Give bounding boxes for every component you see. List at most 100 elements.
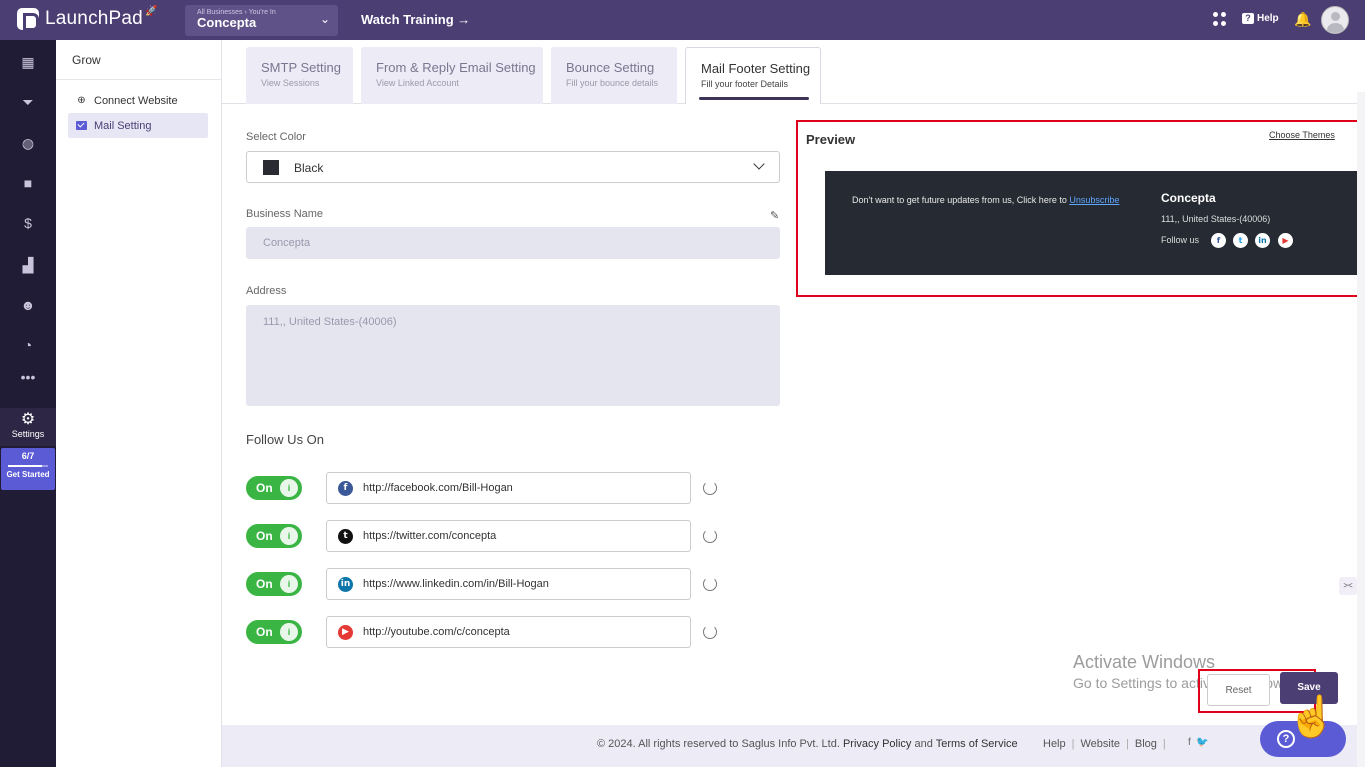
avatar[interactable] — [1321, 6, 1349, 34]
twitter-icon[interactable]: 🐦 — [1196, 737, 1208, 748]
users-icon[interactable]: ☻ — [20, 297, 36, 313]
watch-training-link[interactable]: Watch Training → — [361, 12, 470, 27]
dashboard-icon[interactable]: ▦ — [20, 54, 36, 70]
mail-icon — [76, 121, 87, 130]
and-text: and — [914, 738, 933, 750]
footer-website-link[interactable]: Website — [1080, 738, 1120, 750]
progress-bar — [8, 465, 48, 467]
twitter-toggle[interactable]: On i — [246, 524, 302, 548]
hand-cursor-icon: ☝ — [1287, 695, 1337, 739]
app-name: LaunchPad — [45, 8, 143, 29]
business-selector[interactable]: All Businesses › You're In Concepta ⌄ — [185, 5, 338, 36]
linkedin-icon[interactable]: in — [1255, 233, 1270, 248]
preview-business-name: Concepta — [1161, 191, 1216, 205]
footer-social: f 🐦 — [1188, 737, 1209, 748]
facebook-icon[interactable]: f — [1211, 233, 1226, 248]
collapse-icon[interactable]: >< — [1339, 577, 1357, 595]
refresh-icon[interactable] — [703, 625, 717, 639]
dollar-icon[interactable]: $ — [20, 215, 36, 231]
info-icon: i — [280, 623, 298, 641]
address-field[interactable]: 111,, United States-(40006) — [246, 305, 780, 406]
address-label: Address — [246, 285, 287, 297]
footer-links: Help | Website | Blog | — [1043, 738, 1166, 750]
tab-subtitle: Fill your bounce details — [566, 78, 659, 88]
preview-follow-label: Follow us — [1161, 235, 1200, 245]
facebook-url-input[interactable]: f http://facebook.com/Bill-Hogan — [326, 472, 691, 504]
youtube-url-input[interactable]: ▶ http://youtube.com/c/concepta — [326, 616, 691, 648]
apps-grid-icon[interactable] — [1213, 12, 1227, 26]
select-color-label: Select Color — [246, 131, 306, 143]
unsubscribe-link[interactable]: Unsubscribe — [1069, 195, 1119, 205]
youtube-icon[interactable]: ▶ — [1278, 233, 1293, 248]
business-name-field[interactable]: Concepta — [246, 227, 780, 259]
settings-tabs: SMTP Setting View Sessions From & Reply … — [222, 40, 1357, 104]
link-icon: ⊕ — [77, 95, 86, 106]
funnel-icon[interactable]: ⏷ — [20, 94, 36, 110]
twitter-icon[interactable]: t — [1233, 233, 1248, 248]
notification-bell-icon[interactable]: 🔔 — [1294, 11, 1311, 28]
refresh-icon[interactable] — [703, 529, 717, 543]
refresh-icon[interactable] — [703, 577, 717, 591]
reports-icon[interactable]: ◔ — [20, 337, 36, 353]
tab-title: From & Reply Email Setting — [376, 60, 536, 75]
page-scrollbar[interactable] — [1357, 92, 1365, 767]
linkedin-url-input[interactable]: in https://www.linkedin.com/in/Bill-Hoga… — [326, 568, 691, 600]
progress-count: 6/7 — [21, 451, 35, 461]
twitter-url-input[interactable]: t https://twitter.com/concepta — [326, 520, 691, 552]
video-icon[interactable]: ■ — [20, 175, 36, 191]
tab-smtp-setting[interactable]: SMTP Setting View Sessions — [246, 47, 353, 104]
tab-bounce-setting[interactable]: Bounce Setting Fill your bounce details — [551, 47, 677, 104]
tab-subtitle: View Linked Account — [376, 78, 459, 88]
page-footer: © 2024. All rights reserved to Saglus In… — [222, 725, 1357, 767]
url-value: http://facebook.com/Bill-Hogan — [363, 482, 513, 494]
progress-fill — [8, 465, 43, 467]
copyright: © 2024. All rights reserved to Saglus In… — [597, 738, 1018, 750]
color-select-value: Black — [294, 161, 324, 175]
preview-title: Preview — [806, 132, 856, 147]
top-bar: LaunchPad 🚀 All Businesses › You're In C… — [0, 0, 1365, 40]
linkedin-toggle[interactable]: On i — [246, 572, 302, 596]
url-value: http://youtube.com/c/concepta — [363, 626, 510, 638]
color-select[interactable]: Black — [246, 151, 780, 183]
youtube-toggle[interactable]: On i — [246, 620, 302, 644]
tab-title: Mail Footer Setting — [701, 61, 811, 76]
toggle-label: On — [256, 481, 273, 495]
gear-icon: ⚙ — [20, 411, 36, 428]
facebook-toggle[interactable]: On i — [246, 476, 302, 500]
facebook-icon[interactable]: f — [1188, 737, 1191, 748]
divider — [56, 79, 221, 80]
globe-icon[interactable]: ◍ — [20, 135, 36, 151]
tab-mail-footer-setting[interactable]: Mail Footer Setting Fill your footer Det… — [685, 47, 821, 104]
analytics-icon[interactable]: ▟ — [20, 257, 36, 273]
help-icon: ? — [1242, 13, 1254, 24]
edit-pencil-icon[interactable]: ✎ — [770, 209, 779, 222]
privacy-policy-link[interactable]: Privacy Policy — [843, 738, 911, 750]
subnav-item-label: Mail Setting — [94, 119, 152, 132]
help-button[interactable]: ? Help — [1242, 13, 1279, 24]
subnav-title: Grow — [72, 53, 101, 67]
subnav-item-mail-setting[interactable]: Mail Setting — [68, 113, 208, 138]
app-logo[interactable]: LaunchPad 🚀 — [17, 6, 161, 31]
tab-subtitle: View Sessions — [261, 78, 320, 88]
footer-help-link[interactable]: Help — [1043, 738, 1066, 750]
copyright-text: © 2024. All rights reserved to Saglus In… — [597, 738, 840, 750]
unsubscribe-text: Don't want to get future updates from us… — [852, 195, 1119, 205]
reset-button[interactable]: Reset — [1207, 674, 1270, 706]
settings-nav[interactable]: ⚙ Settings — [0, 408, 56, 446]
tab-from-reply-email[interactable]: From & Reply Email Setting View Linked A… — [361, 47, 543, 104]
linkedin-icon: in — [338, 577, 353, 592]
get-started-progress[interactable]: 6/7 Get Started — [1, 448, 55, 490]
terms-of-service-link[interactable]: Terms of Service — [936, 738, 1018, 750]
tab-title: Bounce Setting — [566, 60, 655, 75]
subnav-item-connect-website[interactable]: ⊕ Connect Website — [68, 88, 208, 113]
follow-us-heading: Follow Us On — [246, 432, 325, 447]
choose-themes-link[interactable]: Choose Themes — [1269, 130, 1335, 140]
url-value: https://twitter.com/concepta — [363, 530, 497, 542]
more-icon[interactable]: ••• — [20, 369, 36, 385]
footer-blog-link[interactable]: Blog — [1135, 738, 1157, 750]
refresh-icon[interactable] — [703, 481, 717, 495]
toggle-label: On — [256, 577, 273, 591]
info-icon: i — [280, 479, 298, 497]
footer-preview-card: Don't want to get future updates from us… — [825, 171, 1360, 275]
business-name-label: Business Name — [246, 208, 324, 220]
